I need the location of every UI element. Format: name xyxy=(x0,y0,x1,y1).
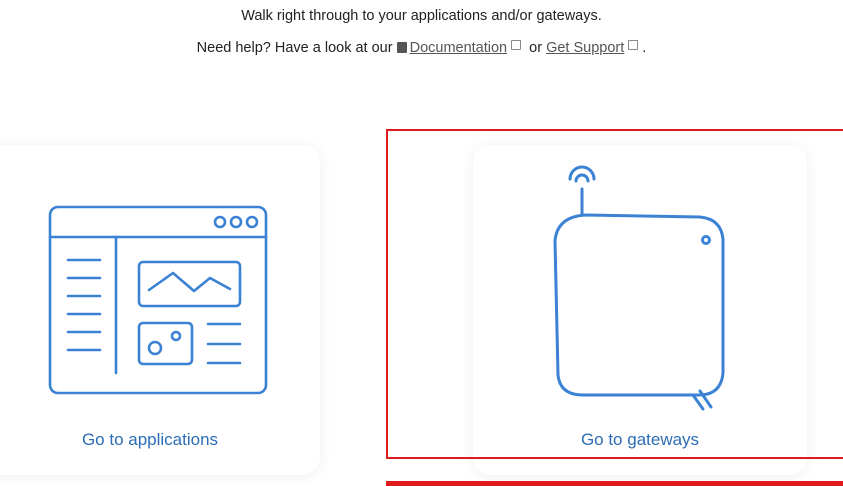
help-prefix: Need help? Have a look at our xyxy=(196,40,393,56)
help-text: Need help? Have a look at our Documentat… xyxy=(0,40,843,56)
application-window-icon xyxy=(48,205,268,395)
go-to-gateways-label: Go to gateways xyxy=(580,430,700,449)
get-support-link[interactable]: Get Support xyxy=(546,40,624,56)
selection-highlight-bottom xyxy=(386,481,843,486)
book-icon xyxy=(396,42,407,53)
external-link-icon xyxy=(628,40,639,50)
intro-text: Walk right through to your applications … xyxy=(241,8,602,24)
gateways-card[interactable]: Go to gateways xyxy=(473,145,807,475)
period-text: . xyxy=(642,40,647,56)
applications-card[interactable]: Go to applications xyxy=(0,145,320,475)
documentation-link[interactable]: Documentation xyxy=(410,40,508,56)
gateway-device-icon xyxy=(553,165,725,411)
external-link-icon xyxy=(511,40,522,50)
or-text: or xyxy=(529,40,543,56)
go-to-applications-label: Go to applications xyxy=(81,430,219,449)
